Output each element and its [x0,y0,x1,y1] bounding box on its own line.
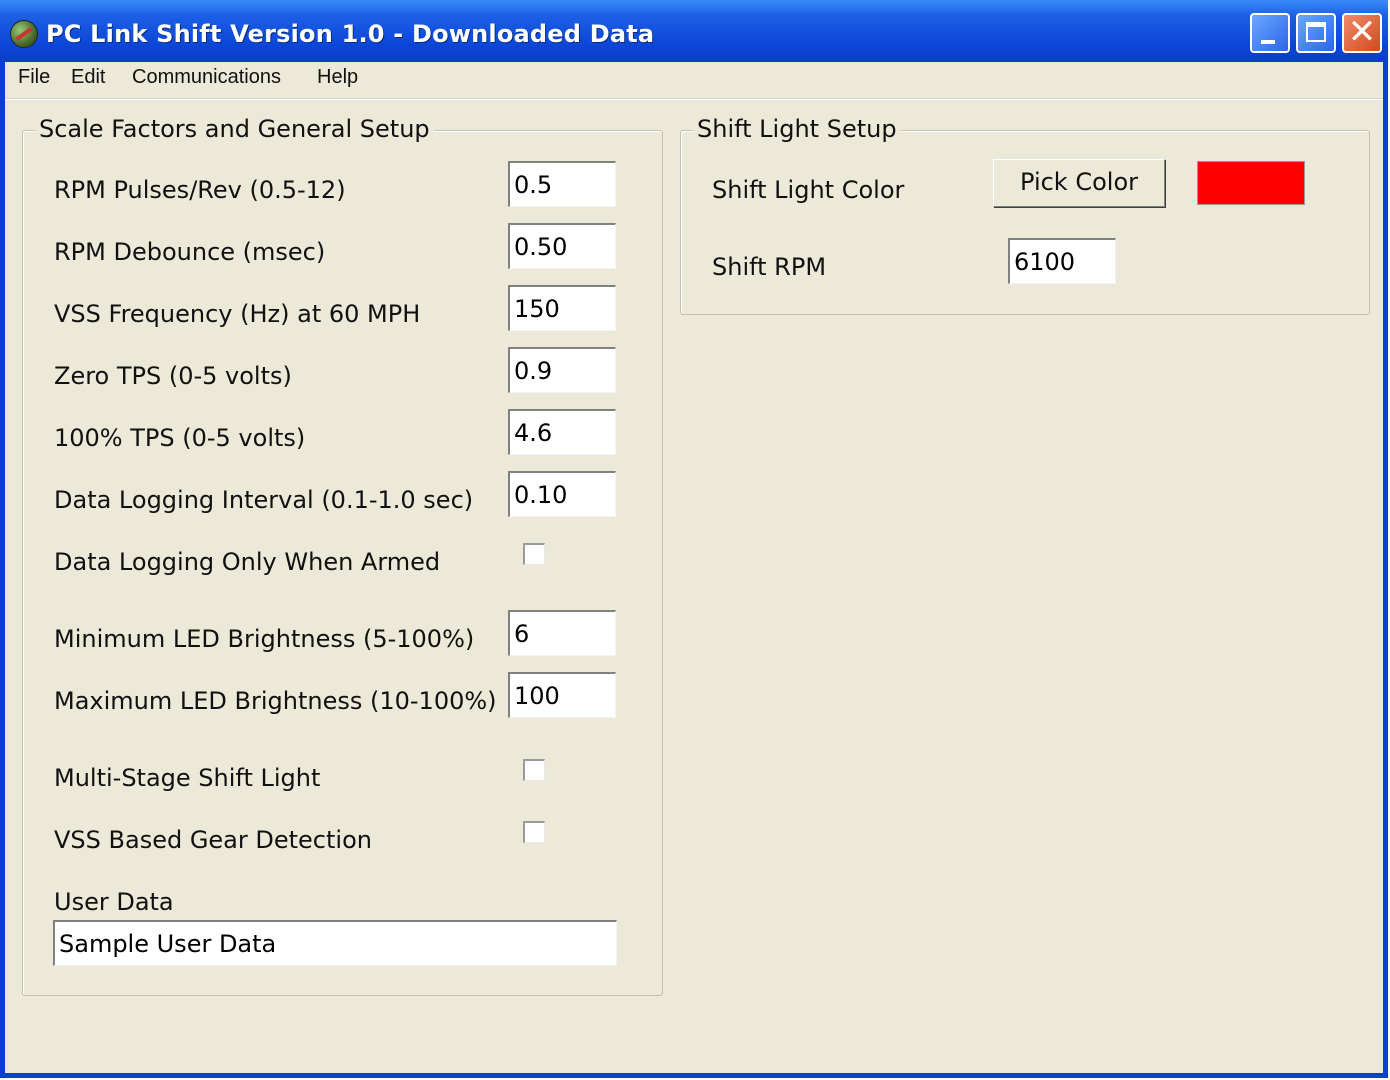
min-led-input[interactable] [508,610,616,656]
menu-edit[interactable]: Edit [71,66,105,89]
menu-file[interactable]: File [18,66,50,89]
maximize-button[interactable] [1296,13,1336,53]
window-title: PC Link Shift Version 1.0 - Downloaded D… [46,20,655,48]
client-area: File Edit Communications Help Scale Fact… [5,62,1383,1073]
logging-interval-input[interactable] [508,471,616,517]
scale-factors-group: Scale Factors and General Setup RPM Puls… [22,115,663,996]
scale-factors-legend: Scale Factors and General Setup [35,115,434,143]
rpm-pulses-input[interactable] [508,161,616,207]
menu-separator [5,98,1383,100]
rpm-pulses-label: RPM Pulses/Rev (0.5-12) [54,176,346,204]
full-tps-label: 100% TPS (0-5 volts) [54,424,306,452]
multi-stage-label: Multi-Stage Shift Light [54,764,321,792]
logging-armed-label: Data Logging Only When Armed [54,548,441,576]
user-data-label: User Data [54,888,174,916]
shift-rpm-input[interactable] [1008,238,1116,284]
full-tps-input[interactable] [508,409,616,455]
vss-gear-label: VSS Based Gear Detection [54,826,372,854]
zero-tps-label: Zero TPS (0-5 volts) [54,362,292,390]
shift-rpm-label: Shift RPM [712,253,827,281]
title-bar[interactable]: PC Link Shift Version 1.0 - Downloaded D… [0,0,1388,62]
app-window: PC Link Shift Version 1.0 - Downloaded D… [0,0,1388,1078]
minimize-button[interactable] [1250,13,1290,53]
logging-interval-label: Data Logging Interval (0.1-1.0 sec) [54,486,474,514]
menu-communications[interactable]: Communications [132,66,281,89]
max-led-input[interactable] [508,672,616,718]
shift-color-label: Shift Light Color [712,176,905,204]
vss-frequency-input[interactable] [508,285,616,331]
shift-color-swatch [1197,161,1305,205]
min-led-label: Minimum LED Brightness (5-100%) [54,625,475,653]
shift-light-group: Shift Light Setup Shift Light Color Pick… [680,115,1370,315]
pick-color-button[interactable]: Pick Color [993,159,1165,207]
menu-help[interactable]: Help [317,66,358,89]
zero-tps-input[interactable] [508,347,616,393]
shift-light-legend: Shift Light Setup [693,115,901,143]
vss-gear-checkbox[interactable] [523,821,545,843]
menu-bar: File Edit Communications Help [5,62,1383,98]
user-data-input[interactable] [53,920,617,966]
rpm-debounce-label: RPM Debounce (msec) [54,238,326,266]
close-button[interactable]: ✕ [1342,13,1382,53]
app-icon[interactable] [10,20,38,48]
rpm-debounce-input[interactable] [508,223,616,269]
logging-armed-checkbox[interactable] [523,543,545,565]
close-icon: ✕ [1347,12,1377,52]
max-led-label: Maximum LED Brightness (10-100%) [54,687,497,715]
multi-stage-checkbox[interactable] [523,759,545,781]
vss-frequency-label: VSS Frequency (Hz) at 60 MPH [54,300,421,328]
